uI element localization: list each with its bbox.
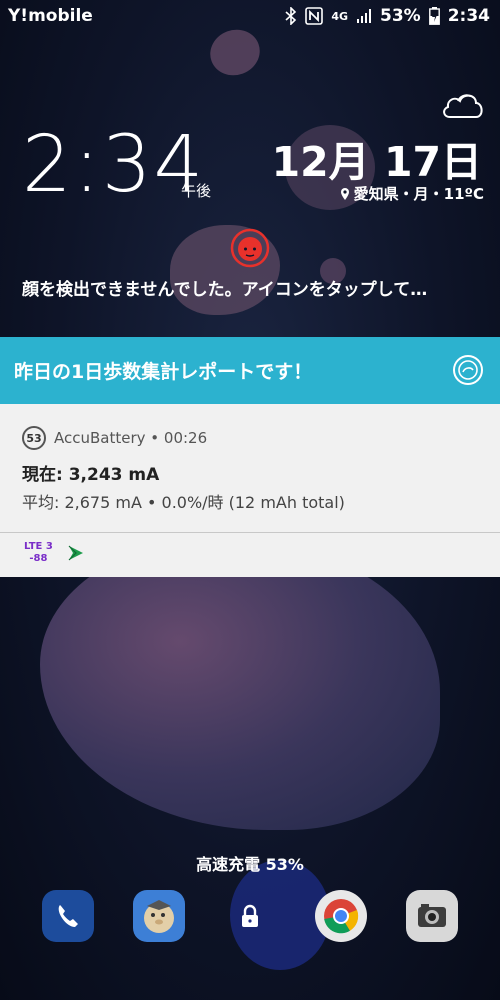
location-weather-text: 愛知県・月・11ºC: [353, 185, 484, 203]
current-reading: 現在: 3,243 mA: [22, 465, 160, 485]
face-detect-message[interactable]: 顔を検出できませんでした。アイコンをタップして…: [22, 275, 427, 300]
ampm-label: 午後: [181, 182, 212, 200]
accubattery-notification[interactable]: 53 AccuBattery • 00:26 現在: 3,243 mA 平均: …: [0, 404, 500, 577]
location-pin-icon: [340, 187, 349, 200]
mini-notification-icons: LTE 3 -88: [24, 541, 85, 565]
charging-status: 高速充電 53%: [196, 855, 304, 874]
divider: [0, 532, 500, 533]
status-bar: Y!mobile 4G 53% 2:34: [0, 0, 500, 34]
mascot-icon: [144, 900, 174, 933]
camera-icon: [418, 904, 446, 927]
app-logo-icon: [453, 355, 483, 385]
lock-icon: [242, 904, 258, 927]
face-unlock-icon[interactable]: [230, 228, 270, 268]
bluetooth-icon: [285, 7, 297, 25]
lte-value: -88: [29, 553, 48, 564]
signal-icon: [357, 9, 371, 23]
contacts-app-icon[interactable]: [133, 890, 185, 942]
nfc-icon: [305, 7, 324, 25]
notification-header: 53 AccuBattery • 00:26: [22, 426, 207, 450]
lockscreen-clock: 2:34: [22, 120, 206, 210]
network-type: 4G: [331, 9, 348, 23]
cloud-icon: [443, 94, 483, 118]
notification-app-line: AccuBattery • 00:26: [54, 429, 208, 447]
average-reading: 平均: 2,675 mA • 0.0%/時 (12 mAh total): [22, 493, 345, 512]
carrier-label: Y!mobile: [8, 6, 93, 26]
step-report-banner[interactable]: 昨日の1日歩数集計レポートです！: [0, 337, 500, 404]
phone-icon: [58, 905, 78, 927]
chrome-app-icon[interactable]: [315, 890, 367, 942]
lte-label: LTE 3: [24, 541, 53, 552]
lte-signal-icon: LTE 3 -88: [24, 541, 53, 565]
banner-text: 昨日の1日歩数集計レポートです！: [14, 361, 313, 383]
phone-app-icon[interactable]: [42, 890, 94, 942]
battery-percent: 53%: [380, 6, 421, 26]
battery-charging-icon: [428, 7, 440, 25]
lockscreen-date: 12月 17日: [271, 138, 482, 186]
camera-app-icon[interactable]: [406, 890, 458, 942]
location-weather: 愛知県・月・11ºC: [340, 183, 484, 204]
chrome-icon: [324, 899, 359, 934]
play-store-icon: [68, 545, 83, 561]
battery-badge-icon: 53: [22, 426, 46, 450]
lock-button[interactable]: [224, 890, 276, 942]
wallpaper-blob: [40, 540, 440, 830]
status-time: 2:34: [447, 6, 490, 26]
status-icons: 4G 53% 2:34: [285, 6, 490, 26]
